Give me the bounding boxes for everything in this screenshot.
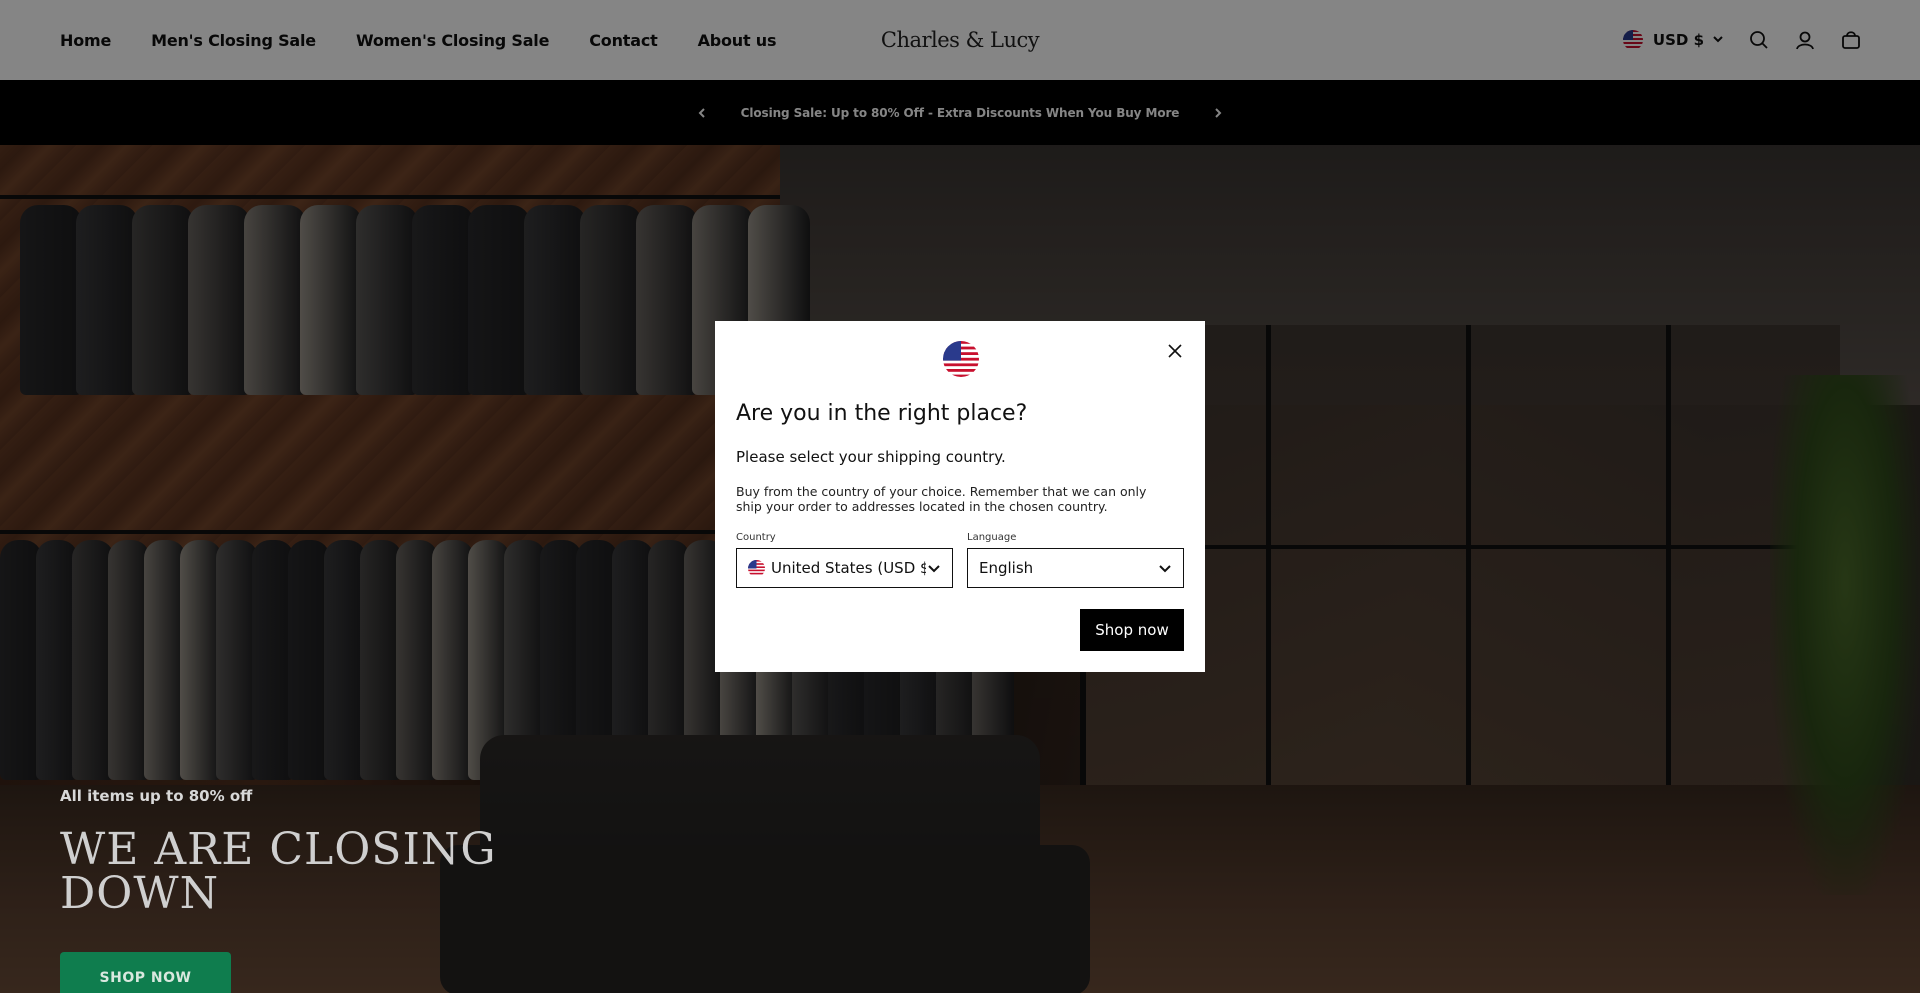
language-select[interactable]: English [967, 548, 1184, 588]
chevron-down-icon [1157, 560, 1173, 576]
shop-now-button[interactable]: Shop now [1080, 609, 1184, 651]
hero-eyebrow: All items up to 80% off [60, 787, 253, 805]
language-select-value: English [979, 559, 1034, 577]
country-label: Country [736, 532, 776, 543]
hero-title: WE ARE CLOSING DOWN [60, 824, 497, 919]
close-icon[interactable] [1165, 341, 1185, 361]
country-select-value: United States (USD $) [771, 559, 926, 577]
us-flag-icon [943, 341, 979, 377]
hero-eyebrow-wrapper: All items up to 80% off [60, 787, 252, 805]
us-flag-icon [748, 559, 765, 577]
language-label: Language [967, 532, 1017, 543]
modal-description: Buy from the country of your choice. Rem… [736, 484, 1147, 514]
country-selector-modal: Are you in the right place? Please selec… [715, 321, 1205, 672]
hero-shop-now-button[interactable]: SHOP NOW [60, 952, 231, 993]
modal-title: Are you in the right place? [736, 401, 1028, 426]
modal-subtitle: Please select your shipping country. [736, 448, 1006, 466]
chevron-down-icon [926, 560, 942, 576]
country-select[interactable]: United States (USD $) [736, 548, 953, 588]
